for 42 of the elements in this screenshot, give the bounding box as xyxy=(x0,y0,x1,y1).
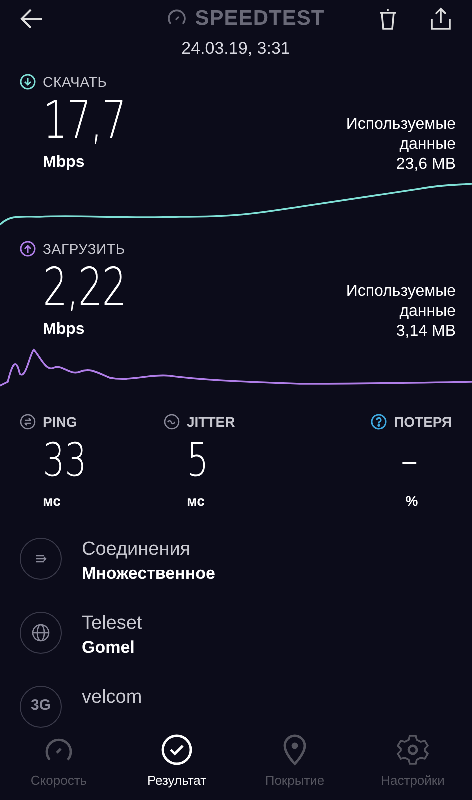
metric-unit: мс xyxy=(187,492,206,510)
metric-value: – xyxy=(400,432,418,486)
detail-value: Множественное xyxy=(82,562,216,584)
nav-tab[interactable]: Настройки xyxy=(363,732,463,790)
wave-icon xyxy=(164,414,180,430)
data-used-value: 23,6 MB xyxy=(396,154,456,174)
back-icon[interactable] xyxy=(20,8,44,30)
trash-icon[interactable] xyxy=(378,7,398,31)
settings-icon xyxy=(396,732,430,766)
metric-label: ПОТЕРЯ xyxy=(394,412,452,432)
metric-label: JITTER xyxy=(187,412,236,432)
speed-unit: Mbps xyxy=(43,320,86,340)
data-used-label: Используемые данные xyxy=(345,282,456,322)
data-used-value: 3,14 MB xyxy=(396,322,456,342)
upload-icon xyxy=(20,241,36,257)
metric-label: PING xyxy=(43,412,78,432)
metric-unit: мс xyxy=(43,492,62,510)
nav-tab[interactable]: Покрытие xyxy=(245,732,345,790)
share-icon[interactable] xyxy=(430,7,452,31)
nav-tab[interactable]: Результат xyxy=(127,732,227,790)
help-icon xyxy=(371,414,388,430)
check-icon xyxy=(160,732,194,766)
speed-value: 2,22 xyxy=(43,260,126,316)
metric-value: 33 xyxy=(43,432,88,486)
arrows-icon xyxy=(20,414,36,430)
app-title: SPEEDTEST xyxy=(195,6,325,32)
metric-unit: % xyxy=(406,492,418,510)
section-label: СКАЧАТЬ xyxy=(43,72,108,92)
speed-value: 17,7 xyxy=(43,92,126,148)
section-label: ЗАГРУЗИТЬ xyxy=(43,240,126,258)
detail-value: Gomel xyxy=(82,636,136,658)
detail-title: Teleset xyxy=(82,612,142,636)
detail-title: Соединения xyxy=(82,538,192,562)
nav-tab[interactable]: Скорость xyxy=(9,732,109,790)
globe-icon xyxy=(31,622,51,642)
detail-title: velcom xyxy=(82,686,142,710)
data-used-label: Используемые данные xyxy=(345,114,456,154)
test-datetime: 24.03.19, 3:31 xyxy=(180,38,292,60)
speed-unit: Mbps xyxy=(43,152,86,172)
metric-value: 5 xyxy=(187,432,210,486)
network-badge: 3G xyxy=(20,686,62,728)
download-icon xyxy=(20,74,36,90)
